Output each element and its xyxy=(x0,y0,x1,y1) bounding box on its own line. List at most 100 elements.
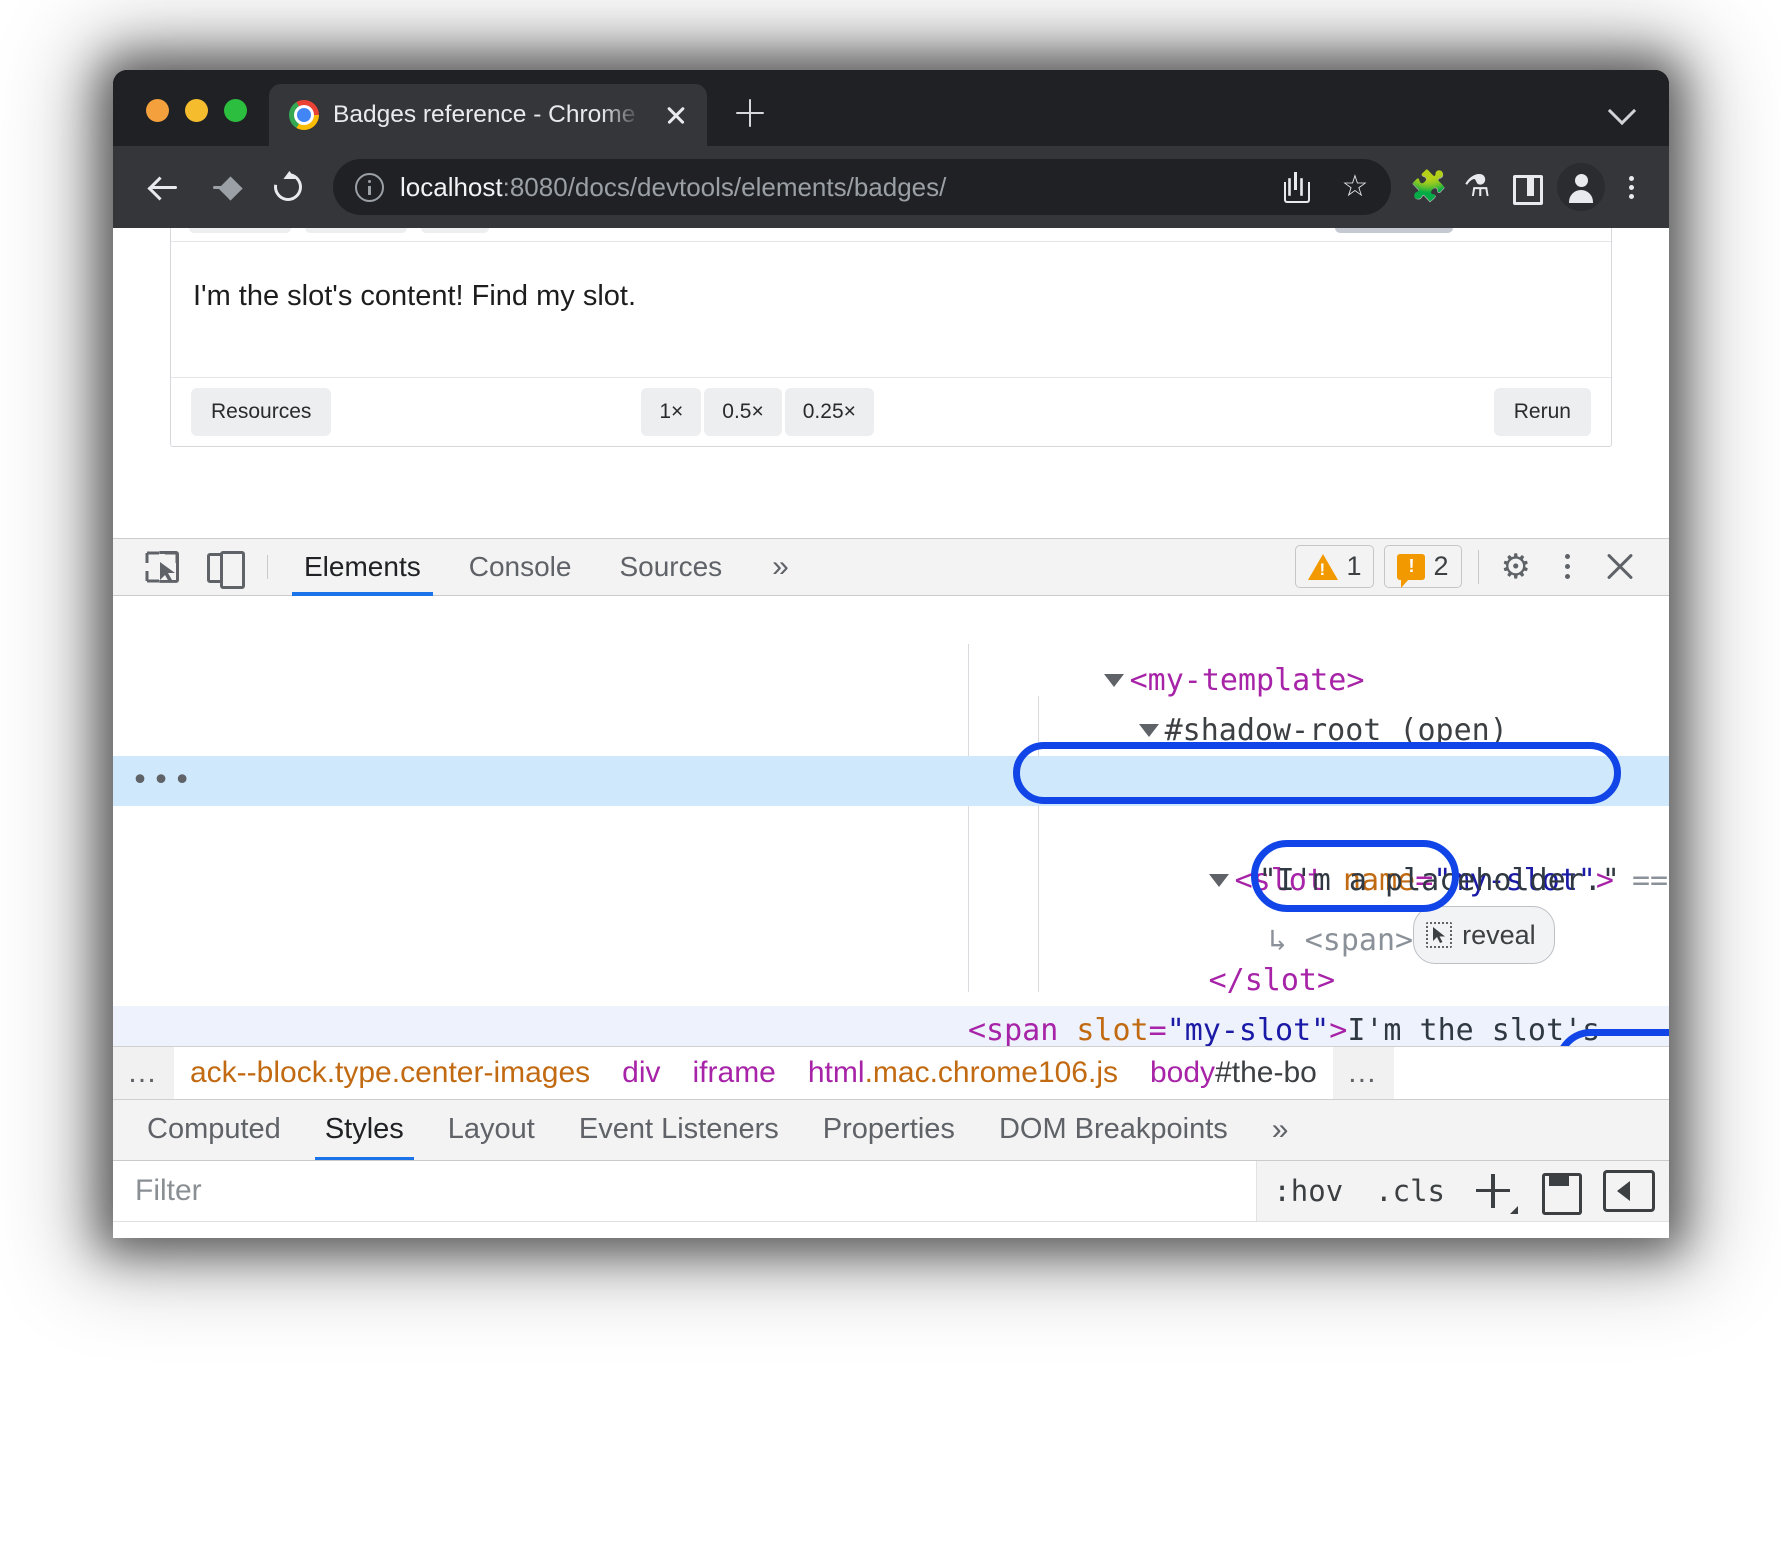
tab-console[interactable]: Console xyxy=(445,539,596,595)
breadcrumb-class: ack--block.type.center-images xyxy=(190,1056,590,1089)
close-icon[interactable] xyxy=(1597,544,1643,590)
chevron-down-icon[interactable] xyxy=(1605,92,1639,126)
kebab-menu-icon[interactable] xyxy=(1547,545,1587,589)
share-icon[interactable] xyxy=(1273,165,1317,209)
dom-node-shadow-root[interactable]: #shadow-root (open) xyxy=(113,656,1669,706)
forward-button[interactable] xyxy=(197,158,255,216)
address-bar[interactable]: localhost:8080/docs/devtools/elements/ba… xyxy=(333,159,1391,215)
device-toolbar-icon xyxy=(207,551,241,583)
dom-node-distributed-span[interactable]: ↳ <span>reveal xyxy=(113,856,1669,906)
styles-filter-input[interactable]: Filter xyxy=(113,1161,1257,1221)
warnings-badge[interactable]: 1 xyxy=(1295,545,1374,588)
breadcrumb-overflow-left[interactable]: … xyxy=(113,1047,174,1100)
attribute-name[interactable]: slot xyxy=(1076,1013,1148,1046)
more-sidebar-tabs-button[interactable]: » xyxy=(1250,1100,1311,1160)
tab-layout[interactable]: Layout xyxy=(426,1100,557,1160)
url-path: :8080/docs/devtools/elements/badges/ xyxy=(503,172,947,202)
breadcrumb-tag: iframe xyxy=(693,1056,776,1089)
element-classes-button[interactable]: .cls xyxy=(1359,1174,1461,1208)
inspect-element-button[interactable] xyxy=(131,539,193,595)
warning-count: 1 xyxy=(1346,551,1361,582)
tab-styles[interactable]: Styles xyxy=(303,1100,426,1160)
plus-icon[interactable] xyxy=(1467,1165,1519,1217)
demo-chip xyxy=(421,228,489,233)
browser-tab[interactable]: Badges reference - Chrome De xyxy=(269,84,707,146)
side-panel-icon[interactable] xyxy=(1503,165,1547,209)
close-icon[interactable] xyxy=(659,98,693,132)
styles-filter-tools: :hov .cls xyxy=(1257,1165,1655,1217)
tab-computed[interactable]: Computed xyxy=(125,1100,303,1160)
reload-icon xyxy=(269,168,308,207)
zoom-0-5x-button[interactable]: 0.5× xyxy=(704,388,781,436)
zoom-window-button[interactable] xyxy=(224,99,247,122)
breadcrumb-item[interactable]: ack--block.type.center-images xyxy=(174,1056,606,1090)
devtools-bottom-strip xyxy=(113,1221,1669,1238)
tab-title: Badges reference - Chrome De xyxy=(333,101,645,129)
tab-dom-breakpoints[interactable]: DOM Breakpoints xyxy=(977,1100,1250,1160)
tab-event-listeners[interactable]: Event Listeners xyxy=(557,1100,801,1160)
rerun-button[interactable]: Rerun xyxy=(1494,388,1591,436)
extensions-puzzle-icon[interactable]: 🧩 xyxy=(1407,165,1451,209)
force-state-button[interactable]: :hov xyxy=(1257,1174,1359,1208)
tab-properties[interactable]: Properties xyxy=(801,1100,977,1160)
profile-avatar-icon[interactable] xyxy=(1557,163,1605,211)
dom-node-placeholder-text[interactable]: "I'm a placeholder." xyxy=(113,806,1669,856)
info-circle-icon[interactable] xyxy=(355,173,384,202)
breadcrumb-overflow-right[interactable]: … xyxy=(1333,1047,1394,1100)
gear-icon[interactable]: ⚙ xyxy=(1495,547,1537,587)
dom-node-p-close[interactable]: </p> xyxy=(113,956,1669,1006)
tab-search-area xyxy=(1605,92,1669,146)
new-tab-button[interactable] xyxy=(721,84,779,142)
attribute-value[interactable]: "my-slot" xyxy=(1167,1013,1330,1046)
more-tabs-button[interactable]: » xyxy=(746,539,815,595)
device-toolbar-button[interactable] xyxy=(193,539,255,595)
tab-sources[interactable]: Sources xyxy=(595,539,746,595)
back-button[interactable] xyxy=(135,158,193,216)
screenshot-root: Badges reference - Chrome De localhost:8… xyxy=(0,0,1780,1556)
star-icon[interactable]: ☆ xyxy=(1333,165,1377,209)
computed-styles-icon[interactable] xyxy=(1537,1168,1583,1214)
zoom-level-group: 1× 0.5× 0.25× xyxy=(641,388,874,436)
row-overflow-dots[interactable]: ••• xyxy=(131,756,194,806)
demo-output: I'm the slot's content! Find my slot. xyxy=(171,241,1611,378)
demo-chip-row xyxy=(171,228,1611,241)
issue-message-icon xyxy=(1397,554,1425,580)
demo-chip xyxy=(189,228,291,233)
tab-strip: Badges reference - Chrome De xyxy=(113,70,1669,146)
minimize-window-button[interactable] xyxy=(185,99,208,122)
close-window-button[interactable] xyxy=(146,99,169,122)
dom-node-p-open[interactable]: <p> xyxy=(113,706,1669,756)
breadcrumb-item[interactable]: iframe xyxy=(677,1056,792,1090)
zoom-1x-button[interactable]: 1× xyxy=(641,388,701,436)
toggle-sidebar-icon[interactable] xyxy=(1603,1168,1655,1214)
resources-button[interactable]: Resources xyxy=(191,388,331,436)
window-traffic-lights xyxy=(113,99,269,146)
dom-tree: <my-template> #shadow-root (open) <p> ••… xyxy=(113,596,1669,1046)
breadcrumb-item[interactable]: body#the-bo xyxy=(1134,1056,1333,1090)
breadcrumb-item[interactable]: div xyxy=(606,1056,676,1090)
dom-node-slot-close[interactable]: </slot> xyxy=(113,906,1669,956)
dom-node-span-slotted[interactable]: <span slot="my-slot">I'm the slot's cont… xyxy=(113,1006,1669,1046)
address-bar-url: localhost:8080/docs/devtools/elements/ba… xyxy=(400,172,1257,203)
demo-footer: Resources 1× 0.5× 0.25× Rerun xyxy=(171,378,1611,446)
breadcrumb-tag: html xyxy=(808,1056,865,1089)
breadcrumb-tag: div xyxy=(622,1056,660,1089)
dom-node-my-template[interactable]: <my-template> xyxy=(113,606,1669,656)
tag-name: <span xyxy=(968,1013,1058,1046)
forward-arrow-icon xyxy=(213,174,239,200)
back-arrow-icon xyxy=(151,174,177,200)
issues-badge[interactable]: 2 xyxy=(1384,545,1461,588)
zoom-0-25x-button[interactable]: 0.25× xyxy=(785,388,874,436)
flask-icon[interactable]: ⚗ xyxy=(1455,165,1499,209)
styles-filter-bar: Filter :hov .cls xyxy=(113,1161,1669,1221)
issue-count: 2 xyxy=(1433,551,1448,582)
dom-node-slot-selected[interactable]: ••• <slot name="my-slot"> == $0 xyxy=(113,756,1669,806)
reload-button[interactable] xyxy=(259,158,317,216)
devtools-toolbar-right: 1 2 ⚙ xyxy=(1285,539,1669,595)
breadcrumb-item[interactable]: html.mac.chrome106.js xyxy=(792,1056,1134,1090)
page-viewport: I'm the slot's content! Find my slot. Re… xyxy=(113,228,1669,538)
slot-content-text: I'm the slot's content! Find my slot. xyxy=(193,280,1589,313)
tab-elements[interactable]: Elements xyxy=(280,539,445,595)
breadcrumb-tag: body xyxy=(1150,1056,1215,1089)
chrome-menu-kebab-icon[interactable] xyxy=(1609,165,1653,209)
